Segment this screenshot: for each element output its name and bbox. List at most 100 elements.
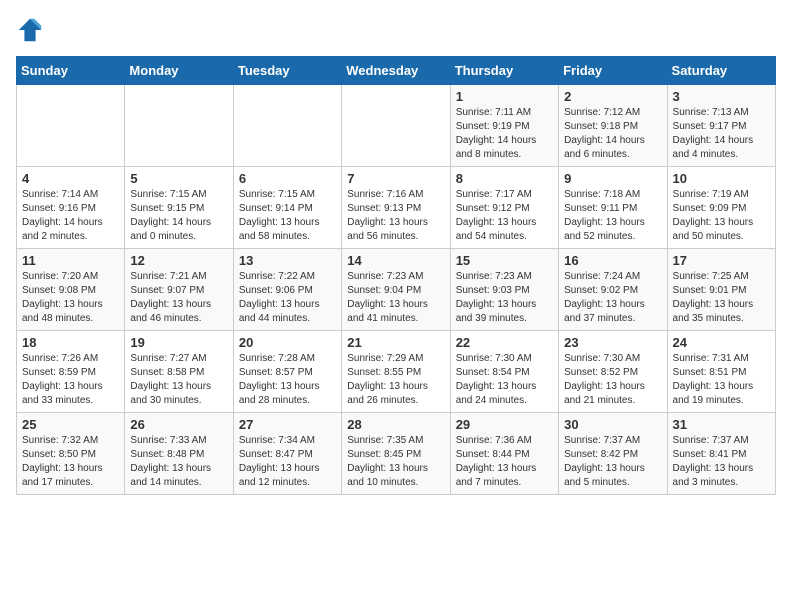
- calendar-cell: 24 Sunrise: 7:31 AM Sunset: 8:51 PM Dayli…: [667, 331, 775, 413]
- column-header-saturday: Saturday: [667, 57, 775, 85]
- calendar-cell: 13 Sunrise: 7:22 AM Sunset: 9:06 PM Dayli…: [233, 249, 341, 331]
- day-number: 31: [673, 417, 770, 432]
- day-number: 23: [564, 335, 661, 350]
- day-info: Sunrise: 7:27 AM Sunset: 8:58 PM Dayligh…: [130, 352, 227, 408]
- day-number: 12: [130, 253, 227, 268]
- calendar-cell: 28 Sunrise: 7:35 AM Sunset: 8:45 PM Dayli…: [342, 413, 450, 495]
- calendar: SundayMondayTuesdayWednesdayThursdayFrid…: [16, 56, 776, 495]
- day-number: 22: [456, 335, 553, 350]
- calendar-cell: 7 Sunrise: 7:16 AM Sunset: 9:13 PM Daylig…: [342, 167, 450, 249]
- calendar-cell: 19 Sunrise: 7:27 AM Sunset: 8:58 PM Dayli…: [125, 331, 233, 413]
- day-number: 29: [456, 417, 553, 432]
- calendar-cell: 26 Sunrise: 7:33 AM Sunset: 8:48 PM Dayli…: [125, 413, 233, 495]
- day-info: Sunrise: 7:37 AM Sunset: 8:41 PM Dayligh…: [673, 434, 770, 490]
- calendar-cell: 25 Sunrise: 7:32 AM Sunset: 8:50 PM Dayli…: [17, 413, 125, 495]
- calendar-cell: 20Sunrise: 7:28 AM Sunset: 8:57 PM Dayli…: [233, 331, 341, 413]
- calendar-cell: [17, 85, 125, 167]
- calendar-cell: [125, 85, 233, 167]
- day-info: Sunrise: 7:25 AM Sunset: 9:01 PM Dayligh…: [673, 270, 770, 326]
- day-info: Sunrise: 7:30 AM Sunset: 8:54 PM Dayligh…: [456, 352, 553, 408]
- day-number: 7: [347, 171, 444, 186]
- day-info: Sunrise: 7:16 AM Sunset: 9:13 PM Dayligh…: [347, 188, 444, 244]
- day-info: Sunrise: 7:15 AM Sunset: 9:14 PM Dayligh…: [239, 188, 336, 244]
- day-number: 14: [347, 253, 444, 268]
- calendar-cell: [233, 85, 341, 167]
- day-info: Sunrise: 7:24 AM Sunset: 9:02 PM Dayligh…: [564, 270, 661, 326]
- day-number: 9: [564, 171, 661, 186]
- day-info: Sunrise: 7:23 AM Sunset: 9:03 PM Dayligh…: [456, 270, 553, 326]
- column-header-sunday: Sunday: [17, 57, 125, 85]
- calendar-cell: 6Sunrise: 7:15 AM Sunset: 9:14 PM Daylig…: [233, 167, 341, 249]
- day-number: 15: [456, 253, 553, 268]
- day-info: Sunrise: 7:17 AM Sunset: 9:12 PM Dayligh…: [456, 188, 553, 244]
- column-header-monday: Monday: [125, 57, 233, 85]
- day-info: Sunrise: 7:33 AM Sunset: 8:48 PM Dayligh…: [130, 434, 227, 490]
- calendar-week-4: 18 Sunrise: 7:26 AM Sunset: 8:59 PM Dayli…: [17, 331, 776, 413]
- calendar-cell: 9 Sunrise: 7:18 AM Sunset: 9:11 PM Daylig…: [559, 167, 667, 249]
- day-info: Sunrise: 7:19 AM Sunset: 9:09 PM Dayligh…: [673, 188, 770, 244]
- column-header-tuesday: Tuesday: [233, 57, 341, 85]
- day-number: 30: [564, 417, 661, 432]
- day-number: 2: [564, 89, 661, 104]
- calendar-week-3: 11 Sunrise: 7:20 AM Sunset: 9:08 PM Dayli…: [17, 249, 776, 331]
- calendar-cell: 22 Sunrise: 7:30 AM Sunset: 8:54 PM Dayli…: [450, 331, 558, 413]
- day-number: 25: [22, 417, 119, 432]
- day-info: Sunrise: 7:23 AM Sunset: 9:04 PM Dayligh…: [347, 270, 444, 326]
- day-info: Sunrise: 7:18 AM Sunset: 9:11 PM Dayligh…: [564, 188, 661, 244]
- calendar-cell: 18 Sunrise: 7:26 AM Sunset: 8:59 PM Dayli…: [17, 331, 125, 413]
- column-header-friday: Friday: [559, 57, 667, 85]
- logo: [16, 16, 48, 44]
- header: [16, 16, 776, 44]
- day-number: 26: [130, 417, 227, 432]
- day-number: 27: [239, 417, 336, 432]
- calendar-cell: 12 Sunrise: 7:21 AM Sunset: 9:07 PM Dayli…: [125, 249, 233, 331]
- calendar-week-1: 1Sunrise: 7:11 AM Sunset: 9:19 PM Daylig…: [17, 85, 776, 167]
- calendar-cell: 1Sunrise: 7:11 AM Sunset: 9:19 PM Daylig…: [450, 85, 558, 167]
- day-number: 13: [239, 253, 336, 268]
- day-info: Sunrise: 7:31 AM Sunset: 8:51 PM Dayligh…: [673, 352, 770, 408]
- day-number: 21: [347, 335, 444, 350]
- day-info: Sunrise: 7:30 AM Sunset: 8:52 PM Dayligh…: [564, 352, 661, 408]
- calendar-cell: 30 Sunrise: 7:37 AM Sunset: 8:42 PM Dayli…: [559, 413, 667, 495]
- day-info: Sunrise: 7:35 AM Sunset: 8:45 PM Dayligh…: [347, 434, 444, 490]
- column-header-thursday: Thursday: [450, 57, 558, 85]
- day-info: Sunrise: 7:11 AM Sunset: 9:19 PM Dayligh…: [456, 106, 553, 162]
- day-number: 19: [130, 335, 227, 350]
- day-info: Sunrise: 7:13 AM Sunset: 9:17 PM Dayligh…: [673, 106, 770, 162]
- day-info: Sunrise: 7:32 AM Sunset: 8:50 PM Dayligh…: [22, 434, 119, 490]
- calendar-cell: 10 Sunrise: 7:19 AM Sunset: 9:09 PM Dayli…: [667, 167, 775, 249]
- calendar-cell: 15 Sunrise: 7:23 AM Sunset: 9:03 PM Dayli…: [450, 249, 558, 331]
- calendar-cell: 23 Sunrise: 7:30 AM Sunset: 8:52 PM Dayli…: [559, 331, 667, 413]
- calendar-cell: 31 Sunrise: 7:37 AM Sunset: 8:41 PM Dayli…: [667, 413, 775, 495]
- calendar-cell: 27 Sunrise: 7:34 AM Sunset: 8:47 PM Dayli…: [233, 413, 341, 495]
- day-info: Sunrise: 7:12 AM Sunset: 9:18 PM Dayligh…: [564, 106, 661, 162]
- day-info: Sunrise: 7:21 AM Sunset: 9:07 PM Dayligh…: [130, 270, 227, 326]
- calendar-cell: 11 Sunrise: 7:20 AM Sunset: 9:08 PM Dayli…: [17, 249, 125, 331]
- day-info: Sunrise: 7:15 AM Sunset: 9:15 PM Dayligh…: [130, 188, 227, 244]
- calendar-cell: 16 Sunrise: 7:24 AM Sunset: 9:02 PM Dayli…: [559, 249, 667, 331]
- day-info: Sunrise: 7:26 AM Sunset: 8:59 PM Dayligh…: [22, 352, 119, 408]
- calendar-cell: 5Sunrise: 7:15 AM Sunset: 9:15 PM Daylig…: [125, 167, 233, 249]
- calendar-cell: 2 Sunrise: 7:12 AM Sunset: 9:18 PM Daylig…: [559, 85, 667, 167]
- day-info: Sunrise: 7:22 AM Sunset: 9:06 PM Dayligh…: [239, 270, 336, 326]
- calendar-cell: 8 Sunrise: 7:17 AM Sunset: 9:12 PM Daylig…: [450, 167, 558, 249]
- day-number: 10: [673, 171, 770, 186]
- day-number: 20: [239, 335, 336, 350]
- day-number: 24: [673, 335, 770, 350]
- day-number: 16: [564, 253, 661, 268]
- calendar-cell: 17 Sunrise: 7:25 AM Sunset: 9:01 PM Dayli…: [667, 249, 775, 331]
- day-number: 18: [22, 335, 119, 350]
- day-number: 3: [673, 89, 770, 104]
- day-info: Sunrise: 7:37 AM Sunset: 8:42 PM Dayligh…: [564, 434, 661, 490]
- day-number: 11: [22, 253, 119, 268]
- day-number: 8: [456, 171, 553, 186]
- calendar-cell: [342, 85, 450, 167]
- calendar-header-row: SundayMondayTuesdayWednesdayThursdayFrid…: [17, 57, 776, 85]
- day-number: 17: [673, 253, 770, 268]
- day-number: 28: [347, 417, 444, 432]
- day-info: Sunrise: 7:34 AM Sunset: 8:47 PM Dayligh…: [239, 434, 336, 490]
- day-number: 4: [22, 171, 119, 186]
- column-header-wednesday: Wednesday: [342, 57, 450, 85]
- calendar-cell: 4Sunrise: 7:14 AM Sunset: 9:16 PM Daylig…: [17, 167, 125, 249]
- day-info: Sunrise: 7:20 AM Sunset: 9:08 PM Dayligh…: [22, 270, 119, 326]
